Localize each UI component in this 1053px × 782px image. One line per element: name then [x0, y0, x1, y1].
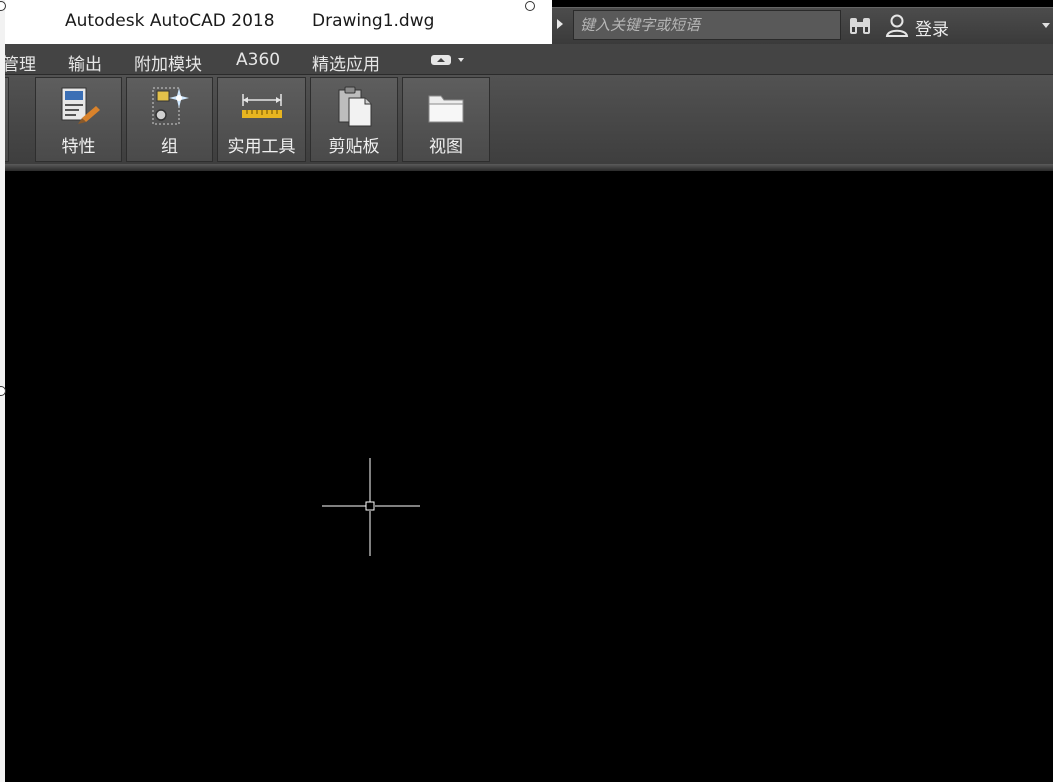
expand-arrow-icon[interactable]: [557, 19, 563, 29]
properties-icon: [61, 87, 100, 124]
view-label: 视图: [429, 137, 463, 157]
search-box[interactable]: [573, 10, 841, 40]
group-button[interactable]: 组: [126, 77, 213, 162]
view-button[interactable]: 视图: [402, 77, 490, 162]
clipboard-icon: [338, 86, 372, 127]
group-label: 组: [161, 137, 178, 157]
login-button[interactable]: 登录: [915, 15, 949, 40]
ribbon-display-options-icon[interactable]: [430, 53, 470, 67]
ribbon-panel: 特性 组 实用工具 剪贴板 视图: [0, 75, 1053, 164]
tab-featured-apps[interactable]: 精选应用: [312, 50, 380, 75]
app-title: Autodesk AutoCAD 2018: [65, 11, 275, 31]
clipboard-button[interactable]: 剪贴板: [310, 77, 398, 162]
infocenter-bar: 登录: [552, 7, 1053, 45]
document-title: Drawing1.dwg: [312, 11, 435, 31]
binoculars-icon[interactable]: [848, 15, 872, 37]
crosshair-cursor-icon: [322, 458, 420, 556]
measure-icon: [241, 94, 282, 118]
utilities-label: 实用工具: [227, 137, 296, 157]
utilities-button[interactable]: 实用工具: [217, 77, 306, 162]
view-folder-icon: [428, 95, 464, 123]
autocad-window: Autodesk AutoCAD 2018 Drawing1.dwg 登录 管理…: [0, 0, 1053, 782]
properties-button[interactable]: 特性: [35, 77, 122, 162]
ribbon-divider[interactable]: [5, 164, 1053, 171]
search-input[interactable]: [574, 11, 840, 39]
ribbon-tab-bar: 管理 输出 附加模块 A360 精选应用: [2, 44, 1053, 75]
properties-label: 特性: [61, 137, 96, 157]
tab-addins[interactable]: 附加模块: [134, 50, 202, 75]
user-icon[interactable]: [885, 13, 909, 37]
group-icon: [152, 87, 189, 125]
drawing-canvas[interactable]: [5, 171, 1053, 782]
clipboard-label: 剪贴板: [328, 137, 380, 157]
tab-manage[interactable]: 管理: [2, 50, 36, 75]
tab-a360[interactable]: A360: [236, 50, 280, 70]
resize-handle-top-middle[interactable]: [525, 1, 535, 11]
chevron-down-icon[interactable]: [1042, 23, 1050, 28]
tab-output[interactable]: 输出: [68, 50, 102, 75]
title-bar: Autodesk AutoCAD 2018 Drawing1.dwg: [5, 0, 552, 44]
